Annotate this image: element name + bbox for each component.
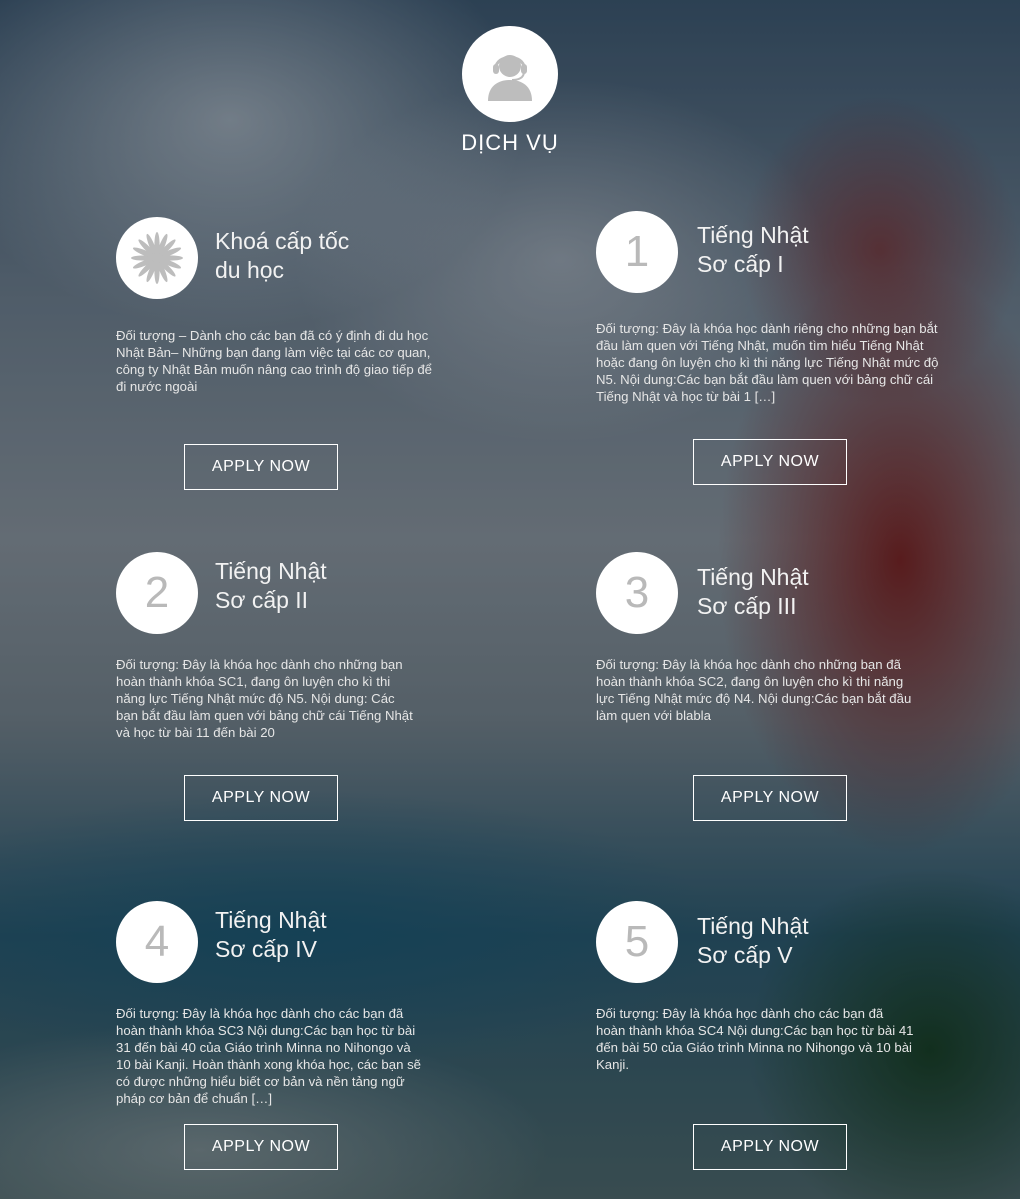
apply-now-button[interactable]: APPLY NOW: [693, 1124, 847, 1170]
course-title-line2: Sơ cấp I: [697, 251, 784, 277]
course-title-line1: Khoá cấp tốc: [215, 228, 350, 254]
course-number-badge: 5: [596, 901, 678, 983]
course-title-line2: Sơ cấp V: [697, 942, 793, 968]
course-number-badge: 3: [596, 552, 678, 634]
section-header: DỊCH VỤ: [0, 26, 1020, 156]
course-description: Đối tượng – Dành cho các bạn đã có ý địn…: [116, 328, 432, 394]
course-title-line2: Sơ cấp II: [215, 587, 309, 613]
course-title: Tiếng Nhật Sơ cấp II: [215, 557, 327, 615]
course-title: Tiếng Nhật Sơ cấp I: [697, 221, 809, 279]
apply-now-button[interactable]: APPLY NOW: [184, 444, 338, 490]
course-number-badge: 1: [596, 211, 678, 293]
course-description: Đối tượng: Đây là khóa học dành cho các …: [596, 1006, 914, 1072]
support-agent-icon: [462, 26, 558, 122]
course-title-line1: Tiếng Nhật: [697, 564, 809, 590]
apply-now-button[interactable]: APPLY NOW: [184, 775, 338, 821]
course-number-badge: 2: [116, 552, 198, 634]
apply-now-button[interactable]: APPLY NOW: [693, 775, 847, 821]
course-title: Tiếng Nhật Sơ cấp IV: [215, 906, 327, 964]
section-title: DỊCH VỤ: [461, 130, 559, 155]
apply-now-button[interactable]: APPLY NOW: [184, 1124, 338, 1170]
course-title: Tiếng Nhật Sơ cấp III: [697, 563, 809, 621]
course-title-line2: Sơ cấp III: [697, 593, 797, 619]
course-title-line1: Tiếng Nhật: [215, 558, 327, 584]
course-description: Đối tượng: Đây là khóa học dành cho các …: [116, 1006, 421, 1106]
course-description: Đối tượng: Đây là khóa học dành riêng ch…: [596, 321, 939, 404]
course-title: Khoá cấp tốc du học: [215, 227, 349, 285]
course-title-line1: Tiếng Nhật: [697, 222, 809, 248]
course-title: Tiếng Nhật Sơ cấp V: [697, 912, 809, 970]
course-number-badge: 4: [116, 901, 198, 983]
course-title-line2: Sơ cấp IV: [215, 936, 318, 962]
course-title-line1: Tiếng Nhật: [215, 907, 327, 933]
course-title-line1: Tiếng Nhật: [697, 913, 809, 939]
course-description: Đối tượng: Đây là khóa học dành cho nhữn…: [116, 657, 413, 740]
apply-now-button[interactable]: APPLY NOW: [693, 439, 847, 485]
flower-icon: [116, 217, 198, 299]
course-description: Đối tượng: Đây là khóa học dành cho nhữn…: [596, 657, 912, 723]
course-title-line2: du học: [215, 257, 285, 283]
